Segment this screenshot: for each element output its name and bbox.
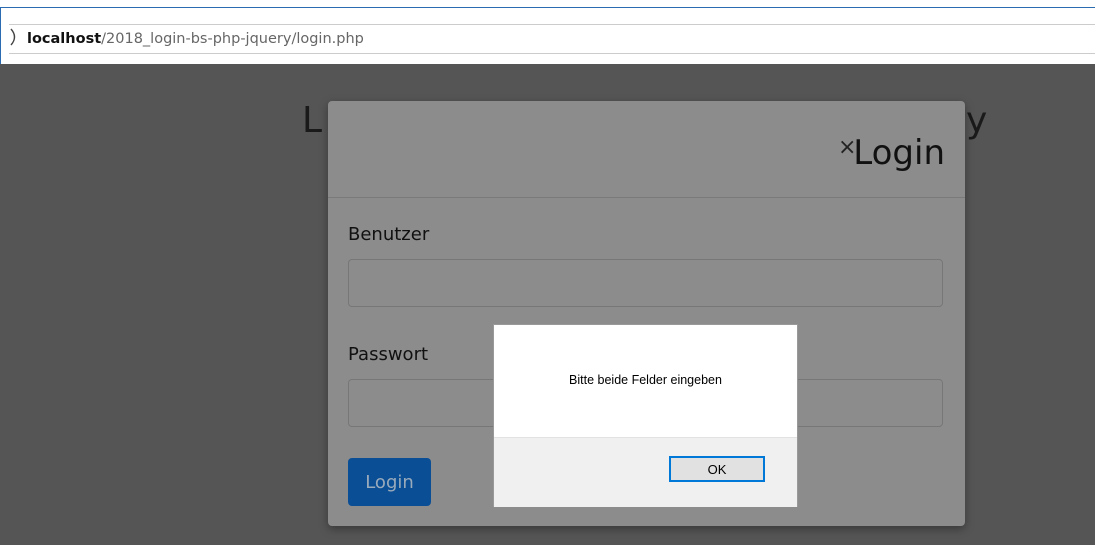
url-host: localhost <box>27 31 102 47</box>
alert-dialog: Bitte beide Felder eingeben OK <box>493 324 798 507</box>
user-label: Benutzer <box>348 224 430 245</box>
modal-title: Login <box>853 133 945 173</box>
login-button[interactable]: Login <box>348 458 431 506</box>
page-heading-right: y <box>966 100 988 141</box>
ok-button[interactable]: OK <box>669 456 765 482</box>
browser-address-bar: localhost/2018_login-bs-php-jquery/login… <box>0 8 1095 64</box>
modal-header: × Login <box>328 101 965 198</box>
page-heading-left: L <box>302 100 323 141</box>
url-path: /2018_login-bs-php-jquery/login.php <box>101 31 364 47</box>
alert-message: Bitte beide Felder eingeben <box>569 373 722 387</box>
password-label: Passwort <box>348 344 429 365</box>
url-text[interactable]: localhost/2018_login-bs-php-jquery/login… <box>27 31 364 47</box>
alert-footer: OK <box>494 437 797 507</box>
user-input[interactable] <box>348 259 943 307</box>
browser-top-border <box>0 0 1095 8</box>
page-info-icon[interactable] <box>9 28 19 46</box>
